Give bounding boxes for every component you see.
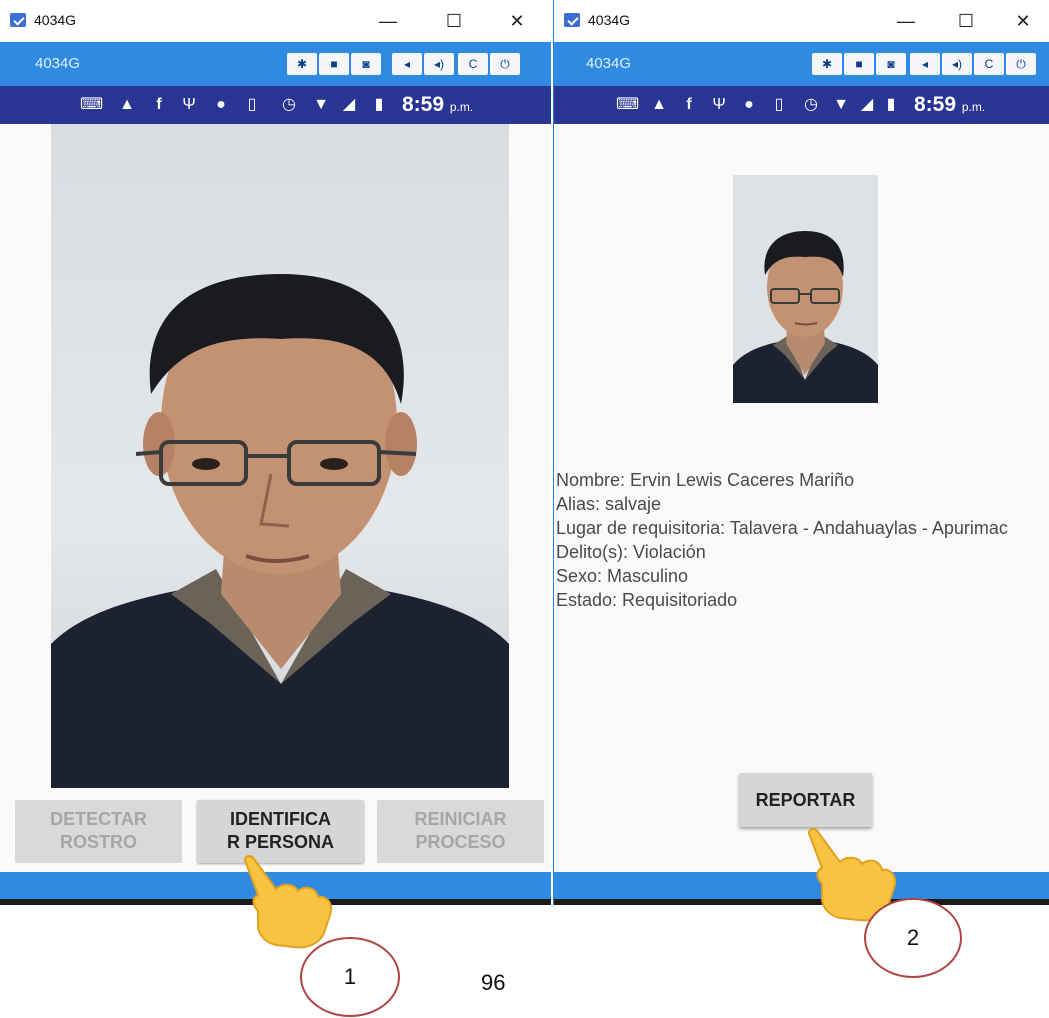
step-callout-1: 1: [300, 937, 400, 1017]
volume-up-icon[interactable]: ◂): [424, 53, 454, 75]
emulator-window-left: 4034G — ☐ ✕ 4034G ✱ ■ ◙ ◂ ◂) C ⏻ ⌨ ▲ f Ψ…: [0, 0, 551, 905]
person-photo: [51, 124, 509, 788]
close-button[interactable]: ✕: [495, 6, 539, 36]
rotate-icon[interactable]: C: [458, 53, 488, 75]
power-icon[interactable]: ⏻: [490, 53, 520, 75]
device-name: 4034G: [35, 55, 81, 72]
android-icon: ●: [744, 96, 754, 113]
camera-icon[interactable]: ◙: [351, 53, 381, 75]
signal-icon: ◢: [342, 96, 356, 113]
rocket-icon: ▲: [651, 96, 667, 113]
app-icon: [10, 13, 26, 27]
settings-icon[interactable]: ✱: [287, 53, 317, 75]
status-time: 8:59 p.m.: [914, 93, 986, 116]
window-title: 4034G: [588, 12, 631, 28]
power-icon[interactable]: ⏻: [1006, 53, 1036, 75]
info-status: Estado: Requisitoriado: [556, 590, 738, 610]
info-alias: Alias: salvaje: [556, 494, 662, 514]
android-icon: ●: [216, 96, 226, 113]
volume-up-icon[interactable]: ◂): [942, 53, 972, 75]
facebook-icon: f: [686, 96, 692, 113]
usb-icon: Ψ: [712, 96, 726, 113]
emulator-toolbar: 4034G ✱ ■ ◙ ◂ ◂) C ⏻: [0, 42, 551, 86]
step-callout-2: 2: [864, 898, 962, 978]
usb-icon: Ψ: [182, 96, 196, 113]
emulator-window-right: 4034G — ☐ ✕ 4034G ✱ ■ ◙ ◂ ◂) C ⏻ ⌨ ▲ f Ψ…: [553, 0, 1049, 905]
video-icon[interactable]: ■: [319, 53, 349, 75]
identify-person-button[interactable]: IDENTIFICA R PERSONA: [197, 800, 364, 863]
page-number: 96: [481, 970, 506, 995]
settings-icon[interactable]: ✱: [812, 53, 842, 75]
info-sex: Sexo: Masculino: [556, 566, 689, 586]
battery-icon: ▮: [886, 96, 896, 113]
app-icon: [564, 13, 580, 27]
report-button[interactable]: REPORTAR: [739, 773, 872, 827]
alarm-icon: ◷: [282, 96, 296, 113]
android-status-bar: ⌨ ▲ f Ψ ● ▯ ◷ ▼ ◢ ▮ 8:59 p.m.: [0, 86, 551, 124]
battery-icon: ▮: [374, 96, 384, 113]
keyboard-icon: ⌨: [80, 96, 104, 113]
wifi-icon: ▼: [833, 96, 849, 113]
rotate-icon[interactable]: C: [974, 53, 1004, 75]
close-button[interactable]: ✕: [1001, 6, 1045, 36]
signal-icon: ◢: [860, 96, 874, 113]
vibrate-icon: ▯: [774, 96, 784, 113]
video-icon[interactable]: ■: [844, 53, 874, 75]
minimize-button[interactable]: —: [366, 6, 410, 36]
rocket-icon: ▲: [119, 96, 135, 113]
detect-face-button[interactable]: DETECTAR ROSTRO: [15, 800, 182, 863]
person-info: Nombre: Ervin Lewis Caceres Mariño Alias…: [556, 468, 1036, 612]
captured-face-thumbnail: [733, 175, 878, 403]
title-bar: 4034G — ☐ ✕: [554, 0, 1049, 42]
camera-preview-image: [51, 124, 509, 788]
status-time: 8:59 p.m.: [402, 93, 474, 116]
camera-icon[interactable]: ◙: [876, 53, 906, 75]
maximize-button[interactable]: ☐: [432, 6, 476, 36]
minimize-button[interactable]: —: [884, 6, 928, 36]
title-bar: 4034G — ☐ ✕: [0, 0, 551, 42]
android-status-bar: ⌨ ▲ f Ψ ● ▯ ◷ ▼ ◢ ▮ 8:59 p.m.: [554, 86, 1049, 124]
keyboard-icon: ⌨: [616, 96, 640, 113]
volume-down-icon[interactable]: ◂: [392, 53, 422, 75]
restart-process-button[interactable]: REINICIAR PROCESO: [377, 800, 544, 863]
device-name: 4034G: [586, 55, 632, 72]
volume-down-icon[interactable]: ◂: [910, 53, 940, 75]
alarm-icon: ◷: [804, 96, 818, 113]
info-name: Nombre: Ervin Lewis Caceres Mariño: [556, 470, 855, 490]
wifi-icon: ▼: [313, 96, 329, 113]
pointing-hand-icon: [244, 855, 332, 949]
info-crime: Delito(s): Violación: [556, 542, 706, 562]
maximize-button[interactable]: ☐: [944, 6, 988, 36]
window-title: 4034G: [34, 12, 77, 28]
emulator-toolbar: 4034G ✱ ■ ◙ ◂ ◂) C ⏻: [554, 42, 1049, 86]
info-location: Lugar de requisitoria: Talavera - Andahu…: [556, 518, 1008, 538]
person-photo: [733, 175, 878, 403]
facebook-icon: f: [156, 96, 162, 113]
vibrate-icon: ▯: [247, 96, 257, 113]
